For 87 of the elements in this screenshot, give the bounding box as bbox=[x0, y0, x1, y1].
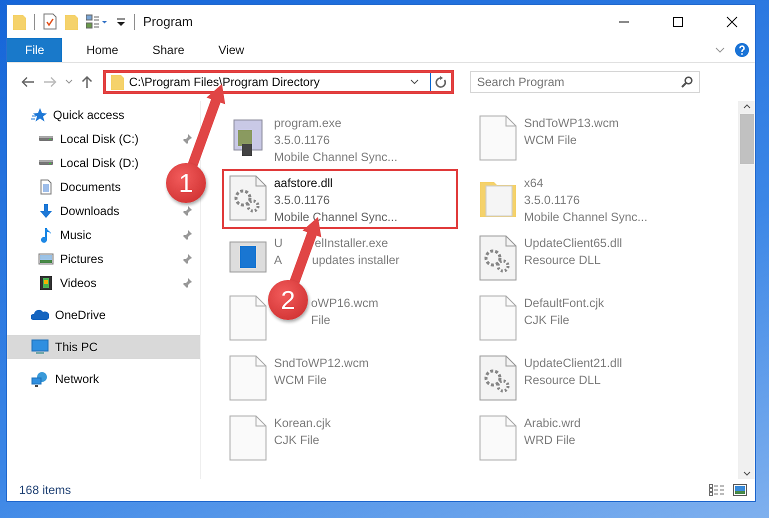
ribbon-tab[interactable]: Home bbox=[72, 38, 132, 62]
file-detail: A bbox=[274, 252, 282, 269]
file-name: SndToWP12.wcm bbox=[274, 355, 369, 372]
file-detail: File bbox=[311, 312, 330, 329]
gear-file-icon bbox=[228, 174, 268, 222]
picture-icon bbox=[38, 251, 54, 267]
file-name: aafstore.dll bbox=[274, 175, 333, 192]
file-detail: WRD File bbox=[524, 432, 576, 449]
file-name: Korean.cjk bbox=[274, 415, 331, 432]
file-detail: CJK File bbox=[524, 312, 570, 329]
help-icon[interactable] bbox=[735, 43, 749, 57]
file-item[interactable]: aafstore.dll 3.5.0.1176 Mobile Channel Sync... bbox=[222, 169, 458, 229]
file-menu-button[interactable]: File bbox=[7, 38, 62, 62]
file-name: x64 bbox=[524, 175, 544, 192]
item-count: 168 items bbox=[19, 483, 72, 497]
file-name: UpdateClient21.dll bbox=[524, 355, 622, 372]
pin-icon[interactable] bbox=[182, 206, 192, 216]
file-detail: Mobile Channel Sync... bbox=[524, 209, 648, 226]
cloud-icon bbox=[31, 307, 49, 323]
star-icon bbox=[31, 107, 47, 123]
pin-icon[interactable] bbox=[182, 134, 192, 144]
document-icon bbox=[38, 179, 54, 195]
drive-icon bbox=[38, 160, 54, 166]
folder-icon bbox=[111, 74, 124, 90]
file-name: oWP16.wcm bbox=[311, 295, 378, 312]
file-detail: WCM File bbox=[274, 372, 327, 389]
file-detail: Mobile Channel Sync... bbox=[274, 149, 398, 166]
file-name: elInstaller.exe bbox=[314, 235, 388, 252]
sidebar-item[interactable]: Downloads bbox=[60, 204, 120, 218]
pin-icon[interactable] bbox=[182, 278, 192, 288]
scrollbar[interactable] bbox=[738, 101, 755, 479]
gear-file-icon bbox=[478, 234, 518, 282]
sidebar-item[interactable]: Documents bbox=[60, 180, 121, 194]
customize-arrow-icon[interactable] bbox=[116, 16, 126, 26]
file-detail: Mobile Channel Sync... bbox=[274, 209, 398, 226]
sidebar-item[interactable]: This PC bbox=[55, 340, 98, 354]
scrollbar-thumb[interactable] bbox=[740, 114, 754, 164]
file-icon bbox=[228, 354, 268, 402]
file-detail: WCM File bbox=[524, 132, 577, 149]
ribbon-tab[interactable]: Share bbox=[138, 38, 198, 62]
file-detail: Resource DLL bbox=[524, 372, 601, 389]
close-icon bbox=[726, 16, 738, 28]
file-detail: CJK File bbox=[274, 432, 320, 449]
view-dropdown-icon[interactable] bbox=[86, 14, 108, 30]
address-bar[interactable]: C:\Program Files\Program Directory bbox=[103, 70, 454, 94]
file-name: program.exe bbox=[274, 115, 342, 132]
sidebar-item[interactable]: Network bbox=[55, 372, 100, 386]
details-view-icon[interactable] bbox=[709, 484, 725, 496]
file-icon bbox=[478, 414, 518, 462]
file-detail: 3.5.0.1176 bbox=[274, 132, 330, 149]
pin-icon[interactable] bbox=[182, 254, 192, 264]
file-icon bbox=[228, 414, 268, 462]
search-icon[interactable] bbox=[681, 76, 693, 88]
download-arrow-icon bbox=[38, 203, 54, 219]
file-detail: 3.5.0.1176 bbox=[524, 192, 580, 209]
expand-ribbon-icon[interactable] bbox=[715, 47, 725, 53]
file-name: DefaultFont.cjk bbox=[524, 295, 604, 312]
computer-icon bbox=[31, 339, 49, 355]
pin-icon[interactable] bbox=[182, 230, 192, 240]
sidebar-item[interactable]: Quick access bbox=[53, 108, 124, 122]
film-icon bbox=[38, 275, 54, 291]
file-name: U bbox=[274, 235, 283, 252]
file-name: SndToWP13.wcm bbox=[524, 115, 619, 132]
maximize-icon bbox=[672, 16, 684, 28]
file-name: Arabic.wrd bbox=[524, 415, 581, 432]
file-detail: Resource DLL bbox=[524, 252, 601, 269]
file-icon bbox=[228, 294, 268, 342]
sidebar-item[interactable]: OneDrive bbox=[55, 308, 106, 322]
file-icon bbox=[478, 294, 518, 342]
ribbon-tab[interactable]: View bbox=[204, 38, 258, 62]
search-field[interactable]: Search Program bbox=[470, 71, 700, 93]
sidebar-item[interactable]: Local Disk (C:) bbox=[60, 132, 139, 146]
sidebar-item[interactable]: Videos bbox=[60, 276, 96, 290]
network-icon bbox=[31, 371, 49, 387]
file-detail: 3.5.0.1176 bbox=[274, 192, 330, 209]
drive-icon bbox=[38, 136, 54, 142]
file-icon bbox=[478, 114, 518, 162]
window-title: Program bbox=[143, 14, 193, 29]
sidebar-item[interactable]: Music bbox=[60, 228, 92, 242]
sidebar-item[interactable]: Local Disk (D:) bbox=[60, 156, 139, 170]
properties-icon[interactable] bbox=[43, 13, 57, 30]
address-path: C:\Program Files\Program Directory bbox=[129, 75, 321, 89]
file-detail: updates installer bbox=[312, 252, 400, 269]
sidebar-item[interactable]: Pictures bbox=[60, 252, 104, 266]
thumbnail-view-icon[interactable] bbox=[733, 484, 747, 496]
gear-file-icon bbox=[478, 354, 518, 402]
file-name: UpdateClient65.dll bbox=[524, 235, 622, 252]
